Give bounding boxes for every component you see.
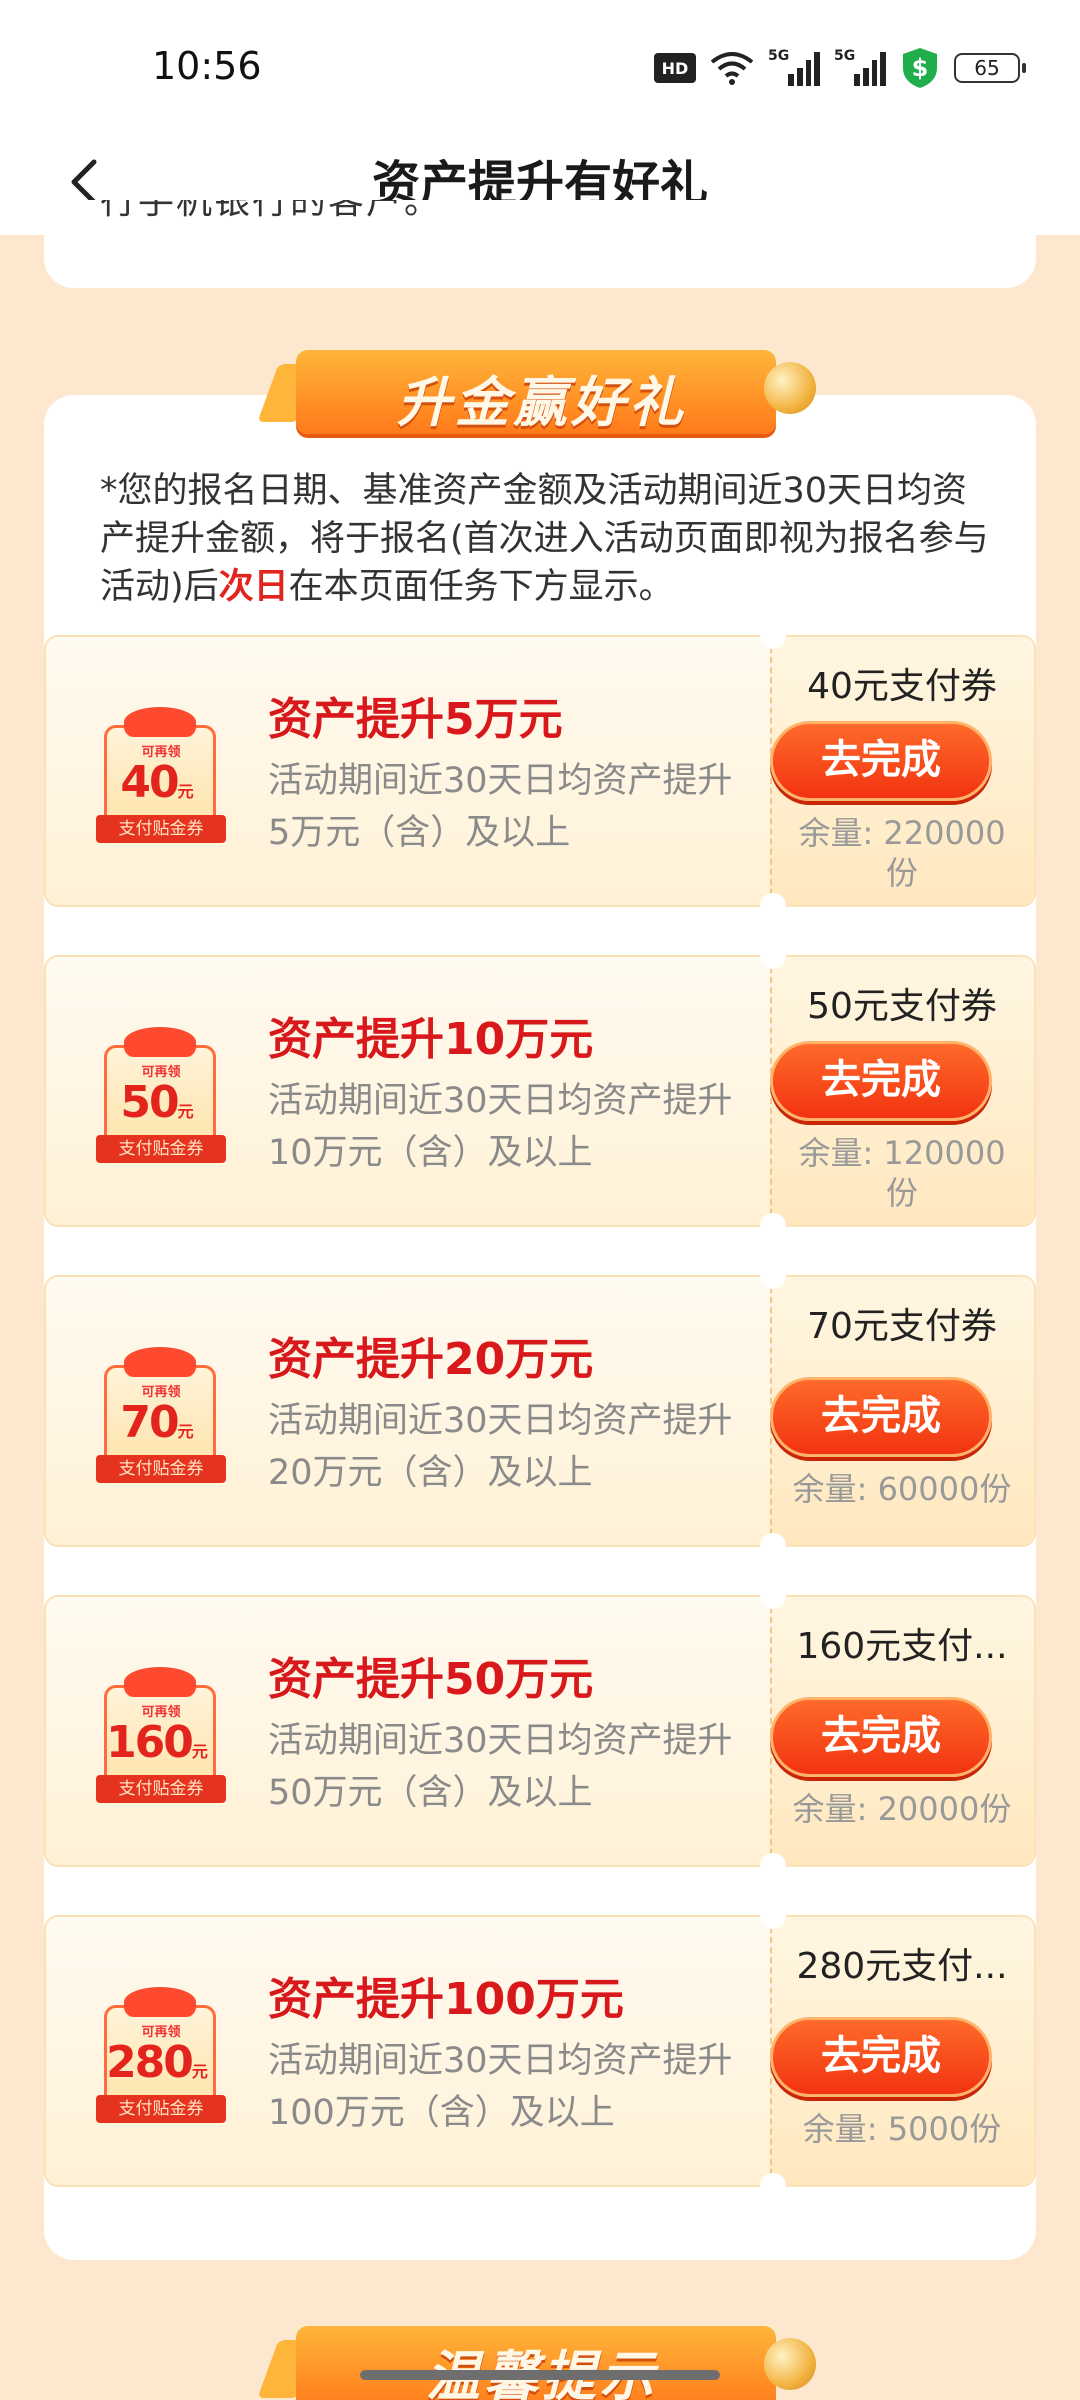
task-item-20w: 可再领 70元 支付贴金券 资产提升20万元 活动期间近30天日均资产提升20万…	[44, 1263, 1036, 1559]
task-title: 资产提升20万元	[268, 1334, 594, 1385]
tips-banner: 温馨提示	[257, 2326, 816, 2400]
intro-card: 行手机银行的客户。	[44, 200, 1036, 288]
battery-icon: 65	[954, 53, 1026, 83]
task-description: 活动期间近30天日均资产提升20万元（含）及以上	[268, 1401, 733, 1493]
security-shield-icon: $	[900, 46, 940, 90]
coupon-gift-icon: 可再领 50元 支付贴金券	[96, 1023, 226, 1163]
task-description: 活动期间近30天日均资产提升5万元（含）及以上	[268, 761, 733, 853]
go-complete-button[interactable]: 去完成	[770, 2017, 992, 2097]
svg-text:$: $	[912, 54, 929, 82]
go-complete-button[interactable]: 去完成	[770, 721, 992, 801]
coupon-gift-icon: 可再领 70元 支付贴金券	[96, 1343, 226, 1483]
notice-text: *您的报名日期、基准资产金额及活动期间近30天日均资产提升金额，将于报名(首次进…	[100, 471, 989, 607]
reward-name: 160元支付...	[796, 1626, 1008, 1667]
remaining-count: 余量: 220000份	[798, 814, 1006, 892]
section-banner-title: 升金赢好礼	[397, 371, 687, 434]
remaining-count: 余量: 120000份	[798, 1134, 1006, 1212]
remaining-count: 余量: 5000份	[802, 2110, 1002, 2148]
ticket-notch	[760, 1903, 786, 1929]
rewards-card: *您的报名日期、基准资产金额及活动期间近30天日均资产提升金额，将于报名(首次进…	[44, 395, 1036, 2260]
hd-voice-icon: HD	[654, 53, 696, 83]
task-title: 资产提升10万元	[268, 1014, 594, 1065]
task-description: 活动期间近30天日均资产提升10万元（含）及以上	[268, 1081, 733, 1173]
task-title: 资产提升100万元	[268, 1974, 624, 2025]
reward-name: 280元支付...	[796, 1946, 1008, 1987]
ticket-notch	[760, 943, 786, 969]
coupon-gift-icon: 可再领 40元 支付贴金券	[96, 703, 226, 843]
home-indicator[interactable]	[360, 2370, 720, 2380]
remaining-count: 余量: 60000份	[792, 1470, 1012, 1508]
ticket-notch	[760, 1263, 786, 1289]
reward-name: 50元支付券	[807, 986, 997, 1027]
tips-banner-title: 温馨提示	[426, 2345, 658, 2400]
remaining-count: 余量: 20000份	[792, 1790, 1012, 1828]
go-complete-button[interactable]: 去完成	[770, 1041, 992, 1121]
coupon-gift-icon: 可再领 280元 支付贴金券	[96, 1983, 226, 2123]
signal-icon-sim1: 5G	[768, 48, 820, 86]
ticket-notch	[760, 893, 786, 919]
section-banner: 升金赢好礼	[257, 350, 816, 434]
notice-highlight: 次日	[218, 567, 289, 607]
status-icons: HD 5G 5G $ 65	[654, 46, 1026, 90]
ticket-notch	[760, 1853, 786, 1879]
task-title: 资产提升5万元	[268, 694, 563, 745]
task-item-100w: 可再领 280元 支付贴金券 资产提升100万元 活动期间近30天日均资产提升1…	[44, 1903, 1036, 2199]
task-title: 资产提升50万元	[268, 1654, 594, 1705]
reward-name: 40元支付券	[807, 666, 997, 707]
go-complete-button[interactable]: 去完成	[770, 1377, 992, 1457]
status-time: 10:56	[152, 44, 262, 88]
intro-card-text: 行手机银行的客户。	[100, 200, 443, 222]
status-bar: 10:56 HD 5G 5G $ 65	[0, 0, 1080, 130]
ticket-notch	[760, 1213, 786, 1239]
task-description: 活动期间近30天日均资产提升100万元（含）及以上	[268, 2041, 733, 2133]
task-item-5w: 可再领 40元 支付贴金券 资产提升5万元 活动期间近30天日均资产提升5万元（…	[44, 623, 1036, 919]
coupon-gift-icon: 可再领 160元 支付贴金券	[96, 1663, 226, 1803]
wifi-icon	[710, 50, 754, 86]
ticket-notch	[760, 623, 786, 649]
task-item-10w: 可再领 50元 支付贴金券 资产提升10万元 活动期间近30天日均资产提升10万…	[44, 943, 1036, 1239]
task-description: 活动期间近30天日均资产提升50万元（含）及以上	[268, 1721, 733, 1813]
ticket-notch	[760, 1533, 786, 1559]
ticket-notch	[760, 1583, 786, 1609]
go-complete-button[interactable]: 去完成	[770, 1697, 992, 1777]
task-item-50w: 可再领 160元 支付贴金券 资产提升50万元 活动期间近30天日均资产提升50…	[44, 1583, 1036, 1879]
ticket-notch	[760, 2173, 786, 2199]
signal-icon-sim2: 5G	[834, 48, 886, 86]
reward-name: 70元支付券	[807, 1306, 997, 1347]
